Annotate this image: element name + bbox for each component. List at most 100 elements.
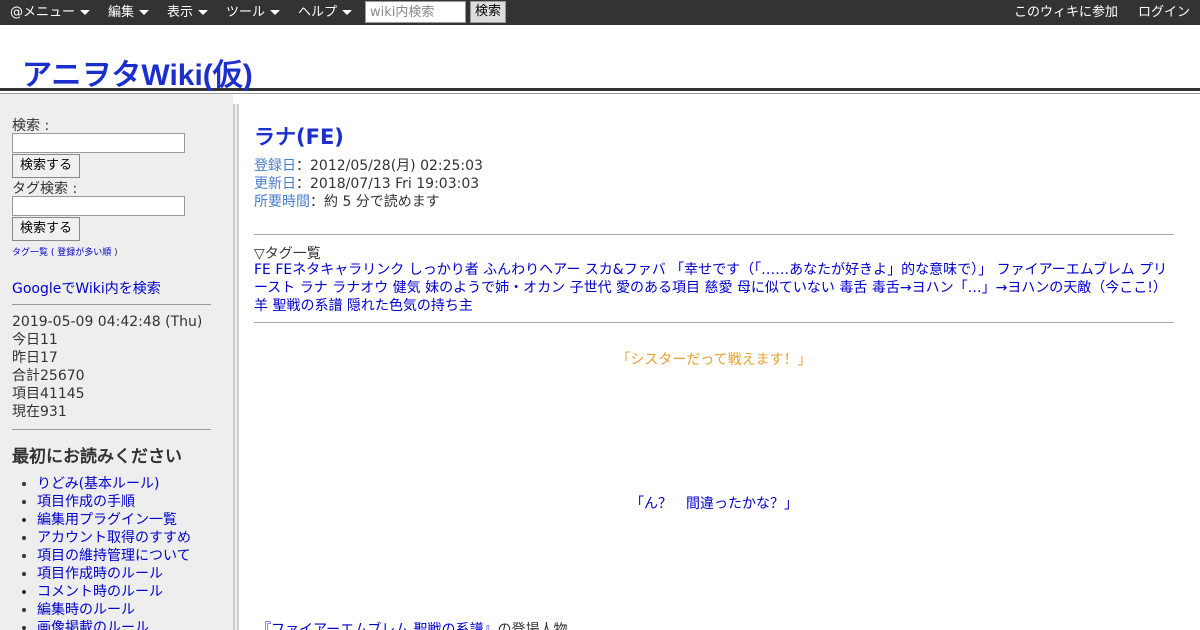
registered-date: 登録日：2012/05/28(月) 02:25:03 [254,155,483,175]
registered-label: 登録日 [254,158,296,174]
rules-list-item: 編集用プラグイン一覧 [37,511,191,529]
stats-yesterday: 昨日17 [12,350,58,366]
stats-datetime: 2019-05-09 04:42:48 (Thu) [12,314,203,330]
series-link[interactable]: 『ファイアーエムブレム 聖戦の系譜』 [257,622,498,630]
tag-link[interactable]: FE [254,262,271,278]
rule-link[interactable]: 画像掲載のルール [37,620,149,630]
menu-label: ヘルプ [298,5,338,20]
intro-line: 『ファイアーエムブレム 聖戦の系譜』の登場人物。 [257,619,582,630]
tag-link[interactable]: ファイアーエムブレム [997,262,1135,278]
rules-list-item: 項目の維持管理について [37,547,191,565]
menu-view[interactable]: 表示 [167,0,209,25]
tag-link[interactable]: FEネタキャラリンク [275,262,404,278]
sidebar-search-input[interactable] [12,133,185,153]
chevron-down-icon [80,10,91,15]
updated-value: ：2018/07/13 Fri 19:03:03 [296,176,480,192]
tag-link[interactable]: 健気 [393,280,421,296]
menu-label: ツール [226,5,266,20]
tag-list-heading[interactable]: ▽タグ一覧 [254,243,321,263]
menu-atmenu[interactable]: @メニュー [10,0,91,25]
read-first-heading: 最初にお読みください [12,447,182,467]
tag-link[interactable]: 妹のようで姉・オカン [425,280,565,296]
intro-text: の登場人物。 [497,622,582,630]
rule-link[interactable]: アカウント取得のすすめ [37,530,191,546]
chevron-down-icon [342,10,353,15]
google-search-link[interactable]: GoogleでWiki内を検索 [12,278,161,298]
content-divider [254,234,1174,235]
rule-link[interactable]: 項目作成時のルール [37,566,163,582]
tag-search-button[interactable]: 検索する [12,217,80,241]
read-time-label: 所要時間 [254,194,310,210]
quote-sister: 「シスターだって戦えます！」 [616,352,812,368]
rule-link[interactable]: 編集用プラグイン一覧 [37,512,177,528]
stats-total: 合計25670 [12,368,85,384]
quote-mistake: 「ん？ 間違ったかな？」 [630,496,798,512]
read-time-value: ：約 5 分で読めます [310,194,440,210]
tag-link[interactable]: 愛のある項目 [616,280,700,296]
updated-date: 更新日：2018/07/13 Fri 19:03:03 [254,173,479,193]
stats-current: 現在931 [12,404,67,420]
rule-link[interactable]: 編集時のルール [37,602,135,618]
search-label: 検索 : [12,118,50,134]
chevron-down-icon [198,10,209,15]
menu-edit[interactable]: 編集 [108,0,150,25]
tag-link[interactable]: 聖戦の系譜 [272,298,342,314]
tag-search-label: タグ検索 : [12,181,78,197]
tag-link[interactable]: 羊 [254,298,268,314]
login-link[interactable]: ログイン [1138,0,1190,25]
chevron-down-icon [139,10,150,15]
menu-label: 編集 [108,5,135,20]
sidebar-divider [12,304,211,305]
read-time: 所要時間：約 5 分で読めます [254,191,440,211]
tag-list-link[interactable]: タグ一覧 ( [12,248,57,258]
rule-link[interactable]: りどみ(基本ルール) [37,476,160,492]
stats-items: 項目41145 [12,386,85,402]
wiki-search-button[interactable]: 検索 [470,1,506,23]
updated-label: 更新日 [254,176,296,192]
rule-link[interactable]: 項目作成の手順 [37,494,135,510]
rules-list-item: コメント時のルール [37,583,191,601]
rules-list-item: 項目作成の手順 [37,493,191,511]
tag-link[interactable]: ふんわりヘアー [483,262,580,278]
tag-search-input[interactable] [12,196,185,216]
rules-list-item: 編集時のルール [37,601,191,619]
rules-list: りどみ(基本ルール) 項目作成の手順 編集用プラグイン一覧 アカウント取得のすす… [37,475,191,630]
menu-tools[interactable]: ツール [226,0,281,25]
tag-list-links: タグ一覧 ( 登録が多い順 ) [12,245,118,258]
tag-link[interactable]: 慈愛 [704,280,732,296]
site-header: アニヲタWiki(仮) [0,25,1200,94]
tag-link[interactable]: 毒舌→ヨハン「…」→ヨハンの天敵（今ここ!） [872,280,1167,296]
tag-link[interactable]: ラナオウ [332,280,388,296]
rule-link[interactable]: コメント時のルール [37,584,163,600]
tag-list-popular-link[interactable]: 登録が多い順 [57,248,111,258]
registered-value: ：2012/05/28(月) 02:25:03 [296,158,483,174]
top-menu-bar: @メニュー 編集 表示 ツール ヘルプ 検索 このウィキに参加 ログイン [0,0,1200,25]
page-title: ラナ(FE) [254,125,344,149]
rules-list-item: アカウント取得のすすめ [37,529,191,547]
tag-link[interactable]: 「幸せです（「……あなたが好きよ」的な意味で）」 [670,262,992,278]
sidebar-search-button[interactable]: 検索する [12,154,80,178]
stats-today: 今日11 [12,332,58,348]
sidebar-divider [12,429,211,430]
content-divider [254,322,1174,323]
menu-label: 表示 [167,5,194,20]
menu-help[interactable]: ヘルプ [298,0,353,25]
tag-link[interactable]: スカ&ファバ [585,262,666,278]
main-content: ラナ(FE) 登録日：2012/05/28(月) 02:25:03 更新日：20… [239,104,1189,630]
rules-list-item: りどみ(基本ルール) [37,475,191,493]
rule-link[interactable]: 項目の維持管理について [37,548,191,564]
tag-link[interactable]: しっかり者 [409,262,479,278]
tag-link[interactable]: 毒舌 [839,280,867,296]
tag-link[interactable]: 母に似ていない [737,280,835,296]
wiki-search-input[interactable] [365,1,466,23]
tag-list-suffix: ) [111,248,118,258]
menu-label: @メニュー [10,5,76,20]
tag-link[interactable]: ラナ [300,280,328,296]
tag-link[interactable]: 隠れた色気の持ち主 [347,298,473,314]
tag-link[interactable]: 子世代 [570,280,612,296]
tag-list: FE FEネタキャラリンク しっかり者 ふんわりヘアー スカ&ファバ 「幸せです… [254,261,1174,315]
join-wiki-link[interactable]: このウィキに参加 [1014,0,1118,25]
rules-list-item: 画像掲載のルール [37,619,191,630]
site-title[interactable]: アニヲタWiki(仮) [22,50,253,94]
rules-list-item: 項目作成時のルール [37,565,191,583]
